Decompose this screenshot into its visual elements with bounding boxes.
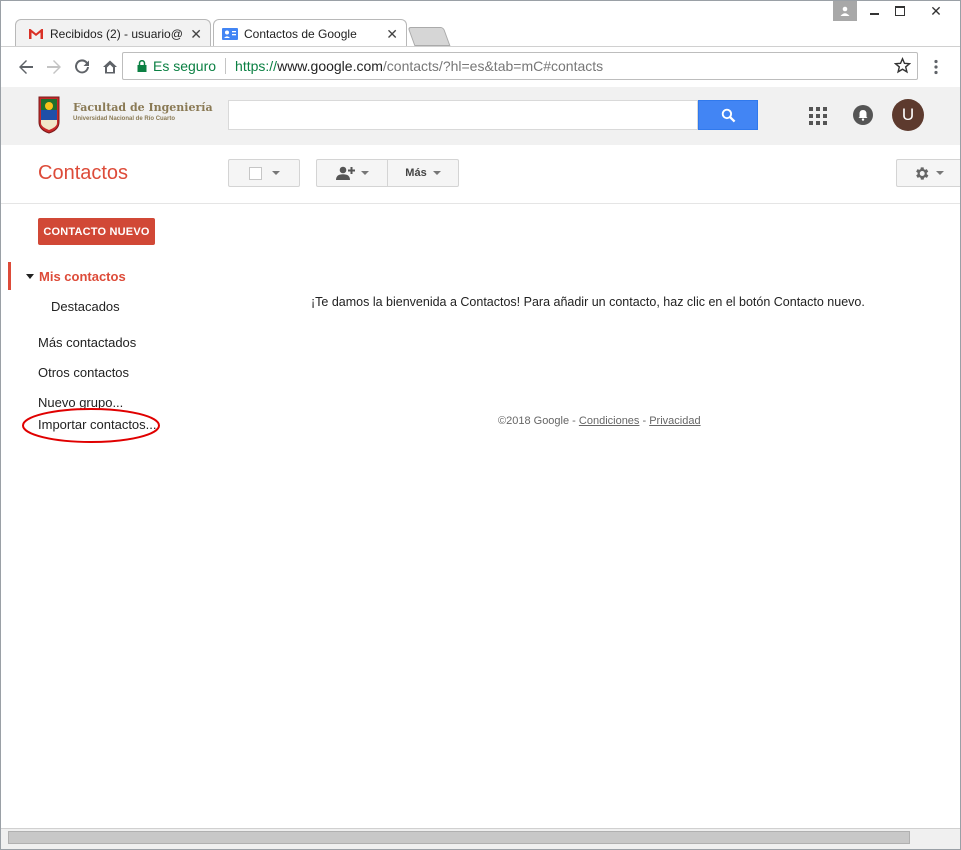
sidebar-item-label: Mis contactos [39,269,126,284]
tab-contacts[interactable]: Contactos de Google ✕ [213,19,407,47]
url-host: www.google.com [277,58,383,74]
logo-line2: Universidad Nacional de Río Cuarto [73,116,176,122]
new-contact-button[interactable]: CONTACTO NUEVO [38,218,155,245]
search-icon [721,108,736,123]
new-tab-button[interactable] [407,27,451,46]
tab-title: Recibidos (2) - usuario@ [50,26,183,41]
settings-button[interactable] [896,159,960,187]
chevron-down-icon [361,171,369,175]
page-title[interactable]: Contactos [38,162,128,185]
add-person-icon [335,166,355,180]
sidebar-item-most-contacted[interactable]: Más contactados [38,335,136,350]
chevron-down-icon [936,171,944,175]
lock-icon [137,60,147,72]
sidebar-item-other-contacts[interactable]: Otros contactos [38,365,129,380]
avatar[interactable]: U [892,99,924,131]
logo-line1: Facultad de Ingeniería [73,101,213,114]
active-item-marker [8,262,11,290]
terms-link[interactable]: Condiciones [579,415,640,427]
avatar-letter: U [901,105,915,124]
forward-icon[interactable] [43,56,65,78]
contacts-icon [222,27,238,41]
search-input[interactable] [228,100,698,130]
footer-copyright: ©2018 Google - [498,415,579,427]
privacy-link[interactable]: Privacidad [649,415,700,427]
close-icon[interactable]: ✕ [386,26,398,43]
add-to-group-button[interactable] [316,159,388,187]
maximize-button[interactable] [887,1,913,21]
welcome-message: ¡Te damos la bienvenida a Contactos! Par… [311,295,865,309]
gmail-icon [28,28,44,40]
close-window-button[interactable]: ✕ [914,1,958,21]
sidebar-item-starred[interactable]: Destacados [51,299,120,314]
annotation-circle [22,408,160,443]
user-icon[interactable] [833,1,857,21]
gear-icon [913,165,930,182]
contacts-toolbar: Contactos Más [1,145,960,204]
tab-title: Contactos de Google [244,26,357,41]
university-logo[interactable]: Facultad de Ingeniería Universidad Nacio… [38,96,213,136]
menu-icon[interactable] [925,56,947,78]
google-header: Facultad de Ingeniería Universidad Nacio… [1,87,960,145]
home-icon[interactable] [99,56,121,78]
checkbox-icon [248,166,262,180]
url-scheme: https:// [235,58,278,74]
url-divider [225,58,227,74]
select-checkbox-button[interactable] [228,159,300,187]
back-icon[interactable] [15,56,37,78]
apps-icon[interactable] [809,107,827,125]
horizontal-scrollbar[interactable] [8,831,910,844]
chevron-down-icon [432,171,441,175]
secure-label: Es seguro [153,58,217,74]
more-label: Más [405,167,427,179]
notifications-icon[interactable] [853,105,873,125]
url-path: /contacts/?hl=es&tab=mC#contacts [382,58,604,74]
title-bar: Recibidos (2) - usuario@ ✕ Contactos de … [1,1,960,47]
tab-gmail[interactable]: Recibidos (2) - usuario@ ✕ [15,19,211,47]
more-button[interactable]: Más [387,159,459,187]
reload-icon[interactable] [71,56,93,78]
new-contact-label: CONTACTO NUEVO [43,225,150,238]
sidebar-item-my-contacts[interactable]: Mis contactos [26,269,126,284]
footer-separator: - [639,415,650,427]
footer: ©2018 Google - Condiciones - Privacidad [498,415,701,427]
minimize-button[interactable] [861,1,887,21]
browser-toolbar: Es seguro https:// www.google.com /conta… [1,46,960,88]
close-icon[interactable]: ✕ [190,26,202,43]
address-bar[interactable]: Es seguro https:// www.google.com /conta… [122,52,918,80]
star-icon[interactable] [894,57,911,74]
search-button[interactable] [698,100,758,130]
caret-down-icon [26,274,34,279]
chevron-down-icon [271,171,280,175]
